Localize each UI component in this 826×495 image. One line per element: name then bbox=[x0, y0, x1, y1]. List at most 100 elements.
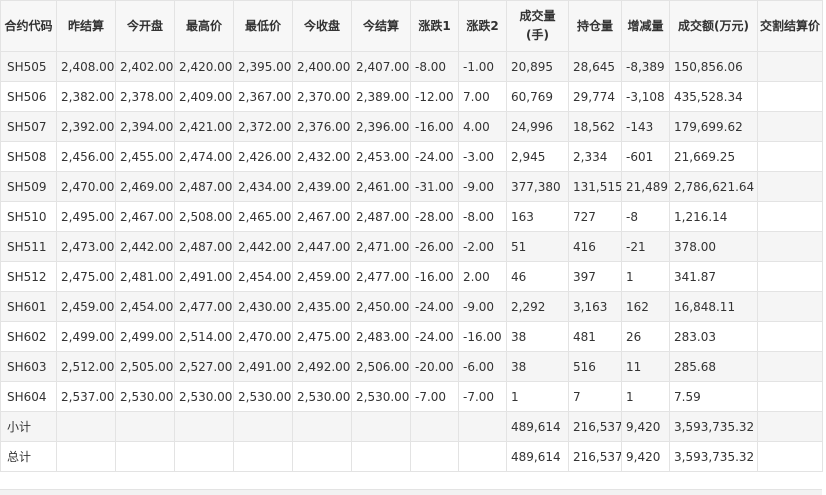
cell-contract-code: SH604 bbox=[0, 381, 57, 412]
cell-contract-code: SH507 bbox=[0, 111, 57, 142]
cell-prev-settlement: 2,475.00 bbox=[56, 261, 116, 292]
cell-oi-change: -143 bbox=[621, 111, 670, 142]
cell-open: 2,467.00 bbox=[115, 201, 175, 232]
cell-open bbox=[115, 411, 175, 442]
table-row: SH511 2,473.00 2,442.00 2,487.00 2,442.00 2,4… bbox=[0, 231, 823, 262]
cell-low: 2,434.00 bbox=[233, 171, 293, 202]
cell-turnover: 21,669.25 bbox=[669, 141, 758, 172]
cell-high: 2,508.00 bbox=[174, 201, 234, 232]
cell-oi-change: 9,420 bbox=[621, 411, 670, 442]
cell-turnover: 341.87 bbox=[669, 261, 758, 292]
cell-open-interest: 131,515 bbox=[568, 171, 622, 202]
cell-close: 2,492.00 bbox=[292, 351, 352, 382]
header-turnover: 成交额(万元) bbox=[669, 0, 758, 52]
cell-volume: 2,945 bbox=[506, 141, 569, 172]
cell-settlement: 2,461.00 bbox=[351, 171, 411, 202]
header-volume: 成交量(手) bbox=[506, 0, 569, 52]
cell-oi-change: 21,489 bbox=[621, 171, 670, 202]
cell-delivery-price bbox=[757, 171, 823, 202]
cell-high: 2,527.00 bbox=[174, 351, 234, 382]
cell-open bbox=[115, 441, 175, 472]
cell-change2 bbox=[458, 411, 507, 442]
cell-prev-settlement bbox=[56, 441, 116, 472]
cell-low: 2,491.00 bbox=[233, 351, 293, 382]
cell-close bbox=[292, 441, 352, 472]
cell-open: 2,499.00 bbox=[115, 321, 175, 352]
cell-high: 2,409.00 bbox=[174, 81, 234, 112]
cell-open-interest: 29,774 bbox=[568, 81, 622, 112]
cell-close: 2,459.00 bbox=[292, 261, 352, 292]
cell-contract-code: SH603 bbox=[0, 351, 57, 382]
cell-change1: -20.00 bbox=[410, 351, 459, 382]
cell-close: 2,432.00 bbox=[292, 141, 352, 172]
cell-volume: 38 bbox=[506, 321, 569, 352]
cell-change2: -8.00 bbox=[458, 201, 507, 232]
cell-high: 2,514.00 bbox=[174, 321, 234, 352]
cell-delivery-price bbox=[757, 201, 823, 232]
cell-open: 2,481.00 bbox=[115, 261, 175, 292]
cell-high: 2,530.00 bbox=[174, 381, 234, 412]
cell-open-interest: 416 bbox=[568, 231, 622, 262]
cell-turnover: 3,593,735.32 bbox=[669, 441, 758, 472]
cell-volume: 1 bbox=[506, 381, 569, 412]
cell-settlement: 2,471.00 bbox=[351, 231, 411, 262]
cell-turnover: 2,786,621.64 bbox=[669, 171, 758, 202]
cell-settlement bbox=[351, 441, 411, 472]
cell-volume: 489,614 bbox=[506, 441, 569, 472]
cell-low: 2,372.00 bbox=[233, 111, 293, 142]
cell-change1: -7.00 bbox=[410, 381, 459, 412]
cell-oi-change: -601 bbox=[621, 141, 670, 172]
cell-contract-code: SH512 bbox=[0, 261, 57, 292]
table-row: SH601 2,459.00 2,454.00 2,477.00 2,430.00 2,4… bbox=[0, 291, 823, 322]
cell-high bbox=[174, 441, 234, 472]
cell-contract-code: SH509 bbox=[0, 171, 57, 202]
cell-high: 2,474.00 bbox=[174, 141, 234, 172]
cell-low: 2,442.00 bbox=[233, 231, 293, 262]
cell-oi-change: 1 bbox=[621, 261, 670, 292]
table-row: SH506 2,382.00 2,378.00 2,409.00 2,367.00 2,3… bbox=[0, 81, 823, 112]
cell-volume: 2,292 bbox=[506, 291, 569, 322]
cell-low: 2,454.00 bbox=[233, 261, 293, 292]
cell-high: 2,420.00 bbox=[174, 51, 234, 82]
cell-delivery-price bbox=[757, 291, 823, 322]
cell-prev-settlement: 2,470.00 bbox=[56, 171, 116, 202]
cell-delivery-price bbox=[757, 321, 823, 352]
cell-change2: 4.00 bbox=[458, 111, 507, 142]
cell-change2: -6.00 bbox=[458, 351, 507, 382]
cell-settlement bbox=[351, 411, 411, 442]
cell-oi-change: 9,420 bbox=[621, 441, 670, 472]
cell-high bbox=[174, 411, 234, 442]
cell-change1: -16.00 bbox=[410, 261, 459, 292]
cell-delivery-price bbox=[757, 81, 823, 112]
cell-low: 2,530.00 bbox=[233, 381, 293, 412]
cell-high: 2,487.00 bbox=[174, 171, 234, 202]
cell-close: 2,400.00 bbox=[292, 51, 352, 82]
cell-change1: -26.00 bbox=[410, 231, 459, 262]
cell-open-interest: 397 bbox=[568, 261, 622, 292]
cell-contract-code: SH508 bbox=[0, 141, 57, 172]
cell-change1: -24.00 bbox=[410, 291, 459, 322]
cell-turnover: 1,216.14 bbox=[669, 201, 758, 232]
cell-delivery-price bbox=[757, 51, 823, 82]
table-bottom-strip bbox=[0, 489, 822, 495]
cell-prev-settlement: 2,392.00 bbox=[56, 111, 116, 142]
cell-open: 2,455.00 bbox=[115, 141, 175, 172]
cell-oi-change: -8 bbox=[621, 201, 670, 232]
header-open-interest: 持仓量 bbox=[568, 0, 622, 52]
cell-volume: 38 bbox=[506, 351, 569, 382]
header-open: 今开盘 bbox=[115, 0, 175, 52]
cell-delivery-price bbox=[757, 231, 823, 262]
cell-contract-code: SH601 bbox=[0, 291, 57, 322]
cell-low: 2,430.00 bbox=[233, 291, 293, 322]
cell-open: 2,469.00 bbox=[115, 171, 175, 202]
cell-open: 2,378.00 bbox=[115, 81, 175, 112]
cell-oi-change: -3,108 bbox=[621, 81, 670, 112]
settlement-table-container: 合约代码 昨结算 今开盘 最高价 最低价 今收盘 今结算 涨跌1 涨跌2 成交量… bbox=[0, 0, 823, 495]
cell-low: 2,426.00 bbox=[233, 141, 293, 172]
cell-change1: -12.00 bbox=[410, 81, 459, 112]
cell-change1: -8.00 bbox=[410, 51, 459, 82]
cell-close: 2,435.00 bbox=[292, 291, 352, 322]
cell-volume: 51 bbox=[506, 231, 569, 262]
cell-settlement: 2,530.00 bbox=[351, 381, 411, 412]
cell-prev-settlement: 2,495.00 bbox=[56, 201, 116, 232]
